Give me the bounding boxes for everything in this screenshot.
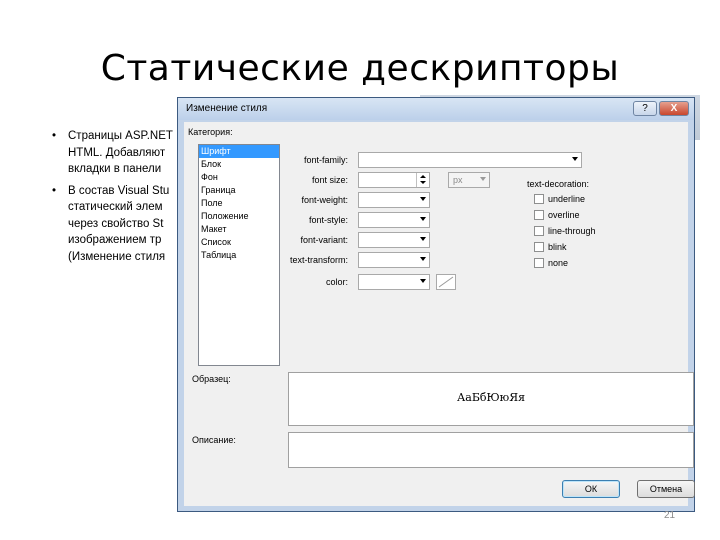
bullet-dot-icon: • [52, 130, 57, 142]
bullet-text-line: (Изменение стиля [68, 250, 166, 263]
font-size-unit-combo[interactable]: px [448, 172, 490, 188]
chevron-down-icon [420, 237, 426, 241]
blink-checkbox[interactable] [534, 242, 544, 252]
none-checkbox[interactable] [534, 258, 544, 268]
font-variant-label: font-variant: [300, 235, 348, 245]
ok-button[interactable]: ОК [562, 480, 620, 498]
font-size-combo[interactable] [358, 172, 430, 188]
line-through-checkbox[interactable] [534, 226, 544, 236]
chevron-down-icon [420, 197, 426, 201]
none-label: none [548, 258, 569, 268]
font-family-combo[interactable] [358, 152, 582, 168]
overline-checkbox[interactable] [534, 210, 544, 220]
font-variant-combo[interactable] [358, 232, 430, 248]
style-dialog: Изменение стиля ? X Категория: Шрифт Бло… [177, 97, 695, 512]
font-size-spinner[interactable] [416, 173, 429, 187]
bullet-item: • Страницы ASP.NET HTML. Добавляют вклад… [52, 128, 192, 178]
bullet-text-line: HTML. Добавляют [68, 146, 166, 159]
text-transform-combo[interactable] [358, 252, 430, 268]
underline-label: underline [548, 194, 586, 204]
dialog-body: Категория: Шрифт Блок Фон Граница Поле П… [184, 122, 695, 506]
color-picker-button[interactable] [436, 274, 456, 290]
underline-checkbox[interactable] [534, 194, 544, 204]
blink-label: blink [548, 242, 567, 252]
font-family-label: font-family: [303, 155, 348, 165]
spin-up-icon [420, 175, 426, 178]
category-label: Категория: [188, 127, 233, 137]
text-decoration-label: text-decoration: [527, 179, 590, 189]
bullet-list: • Страницы ASP.NET HTML. Добавляют вклад… [52, 128, 192, 270]
chevron-down-icon [420, 217, 426, 221]
bullet-item: • В состав Visual Stu статический элем ч… [52, 183, 192, 266]
bullet-text-line: через свойство St [68, 217, 164, 230]
description-label: Описание: [192, 435, 236, 445]
description-box [288, 432, 694, 468]
color-combo[interactable] [358, 274, 430, 290]
slide-title: Статические дескрипторы [100, 48, 620, 89]
spin-down-icon [420, 181, 426, 184]
line-through-label: line-through [548, 226, 596, 236]
bullet-text-line: Страницы ASP.NET [68, 130, 173, 142]
chevron-down-icon [420, 279, 426, 283]
overline-label: overline [548, 210, 580, 220]
dialog-titlebar[interactable]: Изменение стиля ? X [178, 98, 694, 120]
chevron-down-icon [572, 157, 578, 161]
help-button[interactable]: ? [633, 101, 657, 116]
cancel-button[interactable]: Отмена [637, 480, 695, 498]
font-weight-label: font-weight: [301, 195, 348, 205]
font-weight-combo[interactable] [358, 192, 430, 208]
chevron-down-icon [480, 177, 486, 181]
close-button[interactable]: X [659, 101, 689, 116]
bullet-text-line: статический элем [68, 201, 163, 213]
sample-text: АаБбЮюЯя [456, 391, 526, 404]
font-size-unit-value: px [453, 175, 463, 185]
text-transform-label: text-transform: [289, 255, 348, 265]
color-label: color: [325, 277, 348, 287]
font-size-label: font size: [311, 175, 348, 185]
bullet-dot-icon: • [52, 184, 57, 197]
bullet-text-line: В состав Visual Stu [68, 184, 170, 197]
chevron-down-icon [420, 257, 426, 261]
sample-preview: АаБбЮюЯя [288, 372, 694, 426]
sample-label: Образец: [192, 374, 231, 384]
font-style-combo[interactable] [358, 212, 430, 228]
page-number: 21 [664, 510, 676, 521]
bullet-text-line: изображением тр [68, 234, 162, 246]
color-swatch-icon [438, 276, 454, 288]
bullet-text-line: вкладки в панели [68, 163, 162, 175]
font-style-label: font-style: [308, 215, 348, 225]
dialog-title: Изменение стиля [186, 103, 268, 114]
